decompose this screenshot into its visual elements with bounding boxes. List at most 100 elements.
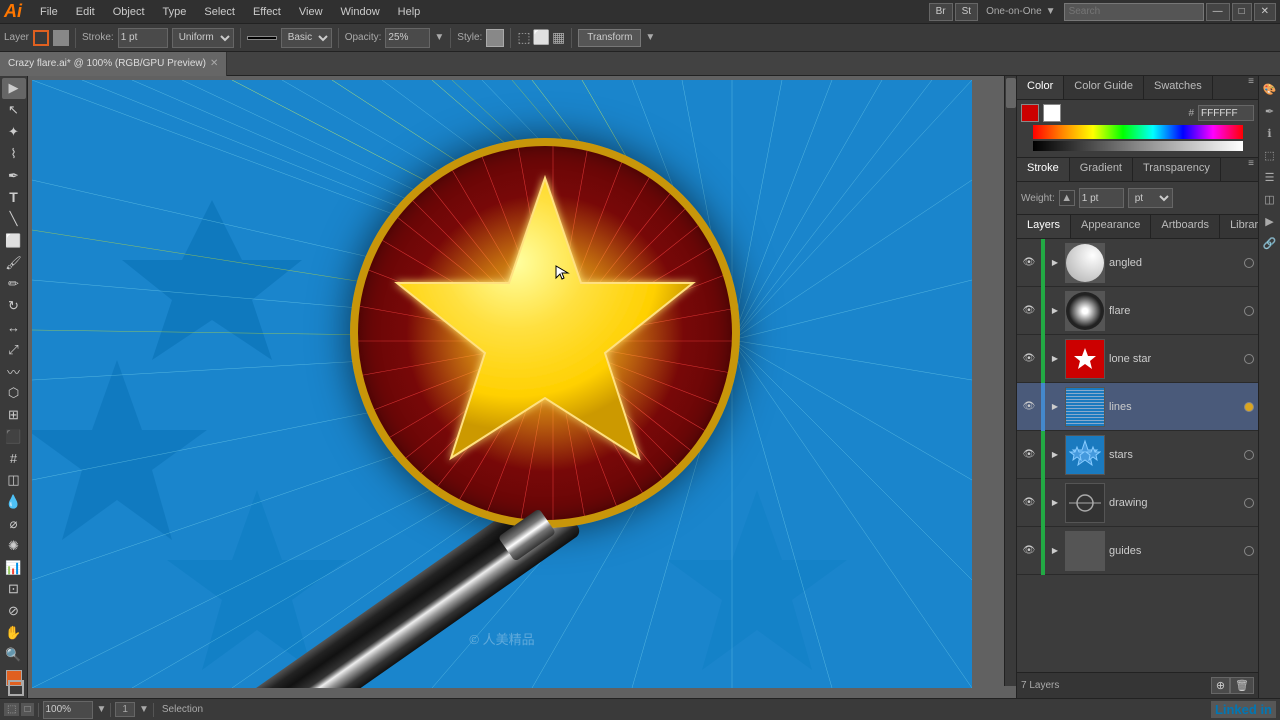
layer-visibility-lone-star[interactable]: 👁	[1021, 351, 1037, 367]
layer-visibility-lines[interactable]: 👁	[1021, 399, 1037, 415]
paintbrush-tool[interactable]: 🖌	[2, 252, 26, 273]
layer-item-lone-star[interactable]: 👁 ▶ lone star	[1017, 335, 1258, 383]
lasso-tool[interactable]: ⌇	[2, 143, 26, 164]
tab-transparency[interactable]: Transparency	[1133, 158, 1221, 181]
layer-expand-drawing[interactable]: ▶	[1049, 497, 1061, 509]
opacity-input[interactable]	[385, 28, 430, 48]
close-button[interactable]: ✕	[1254, 3, 1276, 21]
canvas-area[interactable]: /* lines generated below */	[28, 76, 1016, 698]
page-dropdown-icon[interactable]: ▼	[139, 704, 149, 715]
layer-target-drawing[interactable]	[1244, 498, 1254, 508]
layer-item-drawing[interactable]: 👁 ▶ drawing	[1017, 479, 1258, 527]
zoom-input[interactable]	[43, 701, 93, 719]
vertical-scrollbar[interactable]	[1004, 76, 1016, 686]
zoom-dropdown-icon[interactable]: ▼	[97, 704, 107, 715]
blend-tool[interactable]: ⌀	[2, 514, 26, 535]
layer-item-stars[interactable]: 👁 ▶ stars	[1017, 431, 1258, 479]
mesh-tool[interactable]: #	[2, 448, 26, 469]
align-center-icon[interactable]: ⬜	[533, 29, 550, 46]
weight-up-btn[interactable]: ▲	[1059, 190, 1075, 206]
panel-icon-pathfinder[interactable]: ◫	[1261, 190, 1279, 208]
minimize-button[interactable]: —	[1206, 3, 1230, 21]
pen-tool[interactable]: ✒	[2, 165, 26, 186]
tab-swatches[interactable]: Swatches	[1144, 76, 1213, 99]
layer-item-guides[interactable]: 👁 ▶ guides	[1017, 527, 1258, 575]
tab-libraries[interactable]: Libraries	[1220, 215, 1258, 238]
layer-item-lines[interactable]: 👁 ▶ lines	[1017, 383, 1258, 431]
layer-target-guides[interactable]	[1244, 546, 1254, 556]
tab-artboards[interactable]: Artboards	[1151, 215, 1220, 238]
stroke-panel-menu-icon[interactable]: ≡	[1248, 158, 1254, 181]
direct-selection-tool[interactable]: ↖	[2, 100, 26, 121]
color-panel-menu-icon[interactable]: ≡	[1248, 76, 1254, 99]
menu-effect[interactable]: Effect	[245, 4, 289, 20]
artboard-tool[interactable]: ⊡	[2, 579, 26, 600]
menu-window[interactable]: Window	[333, 4, 388, 20]
stroke-box[interactable]	[8, 680, 24, 696]
warp-tool[interactable]: 〰	[2, 361, 26, 382]
layer-visibility-stars[interactable]: 👁	[1021, 447, 1037, 463]
rectangle-tool[interactable]: ⬜	[2, 230, 26, 251]
shape-builder-tool[interactable]: ⊞	[2, 405, 26, 426]
layer-expand-lone-star[interactable]: ▶	[1049, 353, 1061, 365]
perspective-tool[interactable]: ⬛	[2, 427, 26, 448]
transform-dropdown-icon[interactable]: ▼	[645, 32, 655, 43]
layer-target-stars[interactable]	[1244, 450, 1254, 460]
panel-icon-link[interactable]: 🔗	[1261, 234, 1279, 252]
column-graph-tool[interactable]: 📊	[2, 557, 26, 578]
stroke-style-select[interactable]: Basic	[281, 28, 332, 48]
stock-button[interactable]: St	[955, 3, 978, 21]
distribute-icon[interactable]: ▦	[552, 29, 565, 46]
align-left-icon[interactable]: ⬚	[517, 29, 530, 46]
panel-icon-color[interactable]: 🎨	[1261, 80, 1279, 98]
color-spectrum-bar[interactable]	[1033, 125, 1243, 139]
tab-color-guide[interactable]: Color Guide	[1064, 76, 1144, 99]
tab-appearance[interactable]: Appearance	[1071, 215, 1151, 238]
pencil-tool[interactable]: ✏	[2, 274, 26, 295]
panel-icon-info[interactable]: ℹ	[1261, 124, 1279, 142]
menu-select[interactable]: Select	[196, 4, 243, 20]
vertical-scrollbar-thumb[interactable]	[1006, 78, 1016, 108]
menu-file[interactable]: File	[32, 4, 66, 20]
tab-color[interactable]: Color	[1017, 76, 1064, 99]
delete-layer-button[interactable]: 🗑	[1230, 677, 1254, 694]
menu-object[interactable]: Object	[105, 4, 153, 20]
rotate-tool[interactable]: ↻	[2, 296, 26, 317]
stroke-type-select[interactable]: Uniform	[172, 28, 234, 48]
stroke-weight-input[interactable]	[118, 28, 168, 48]
style-swatch[interactable]	[486, 29, 504, 47]
layer-target-lines[interactable]	[1244, 402, 1254, 412]
menu-edit[interactable]: Edit	[68, 4, 103, 20]
stroke-weight-unit[interactable]: pt	[1128, 188, 1173, 208]
layer-visibility-guides[interactable]: 👁	[1021, 543, 1037, 559]
layer-expand-flare[interactable]: ▶	[1049, 305, 1061, 317]
layer-item-angled[interactable]: 👁 ▶ angled	[1017, 239, 1258, 287]
reflect-tool[interactable]: ↔	[2, 318, 26, 339]
selection-tool[interactable]: ▶	[2, 78, 26, 99]
menu-view[interactable]: View	[291, 4, 331, 20]
line-tool[interactable]: ╲	[2, 209, 26, 230]
panel-icon-play[interactable]: ▶	[1261, 212, 1279, 230]
stroke-indicator[interactable]	[53, 30, 69, 46]
search-input[interactable]	[1064, 3, 1204, 21]
layer-expand-stars[interactable]: ▶	[1049, 449, 1061, 461]
document-tab[interactable]: Crazy flare.ai* @ 100% (RGB/GPU Preview)…	[0, 52, 227, 76]
free-transform-tool[interactable]: ⬡	[2, 383, 26, 404]
tab-gradient[interactable]: Gradient	[1070, 158, 1133, 181]
layer-expand-lines[interactable]: ▶	[1049, 401, 1061, 413]
layer-target-flare[interactable]	[1244, 306, 1254, 316]
transform-button[interactable]: Transform	[578, 29, 641, 47]
tab-stroke[interactable]: Stroke	[1017, 158, 1070, 181]
fill-swatch[interactable]	[1021, 104, 1039, 122]
magic-wand-tool[interactable]: ✦	[2, 122, 26, 143]
opacity-arrow[interactable]: ▼	[434, 32, 444, 43]
stroke-swatch[interactable]	[1043, 104, 1061, 122]
menu-help[interactable]: Help	[390, 4, 429, 20]
maximize-button[interactable]: □	[1232, 3, 1252, 21]
symbol-sprayer-tool[interactable]: ✺	[2, 535, 26, 556]
tab-close-button[interactable]: ✕	[210, 58, 218, 69]
color-tint-bar[interactable]	[1033, 141, 1243, 151]
eyedropper-tool[interactable]: 💧	[2, 492, 26, 513]
layer-expand-angled[interactable]: ▶	[1049, 257, 1061, 269]
menu-type[interactable]: Type	[155, 4, 195, 20]
